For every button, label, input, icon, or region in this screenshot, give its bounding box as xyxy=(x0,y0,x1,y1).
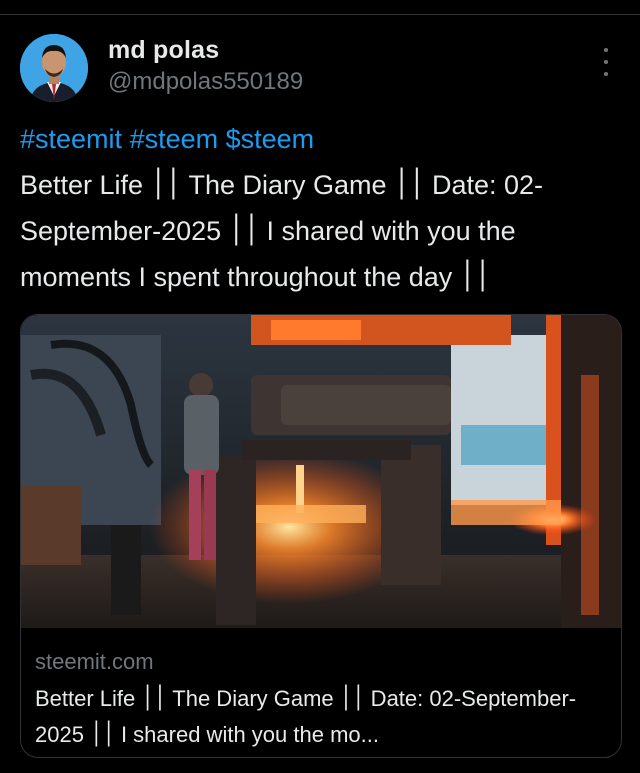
link-preview-image xyxy=(21,315,621,628)
hashtags: #steemit #steem $steem xyxy=(20,116,620,162)
link-preview-card[interactable]: steemit.com Better Life ׀׀ The Diary Gam… xyxy=(20,314,622,758)
hashtag-steem[interactable]: #steem xyxy=(130,124,219,154)
hashtag-steemit[interactable]: #steemit xyxy=(20,124,122,154)
author-name[interactable]: md polas xyxy=(108,36,219,65)
cashtag-steem[interactable]: $steem xyxy=(226,124,315,154)
avatar-image xyxy=(20,34,88,102)
post-text: #steemit #steem $steem Better Life ׀׀ Th… xyxy=(20,116,620,300)
avatar[interactable] xyxy=(20,34,88,102)
author-handle[interactable]: @mdpolas550189 xyxy=(108,68,303,96)
link-preview-title: Better Life ׀׀ The Diary Game ׀׀ Date: 0… xyxy=(35,686,577,747)
more-options-icon[interactable] xyxy=(594,48,618,76)
post-body: Better Life ׀׀ The Diary Game ׀׀ Date: 0… xyxy=(20,170,544,292)
top-divider xyxy=(0,14,640,15)
link-preview-domain: steemit.com xyxy=(35,649,154,674)
